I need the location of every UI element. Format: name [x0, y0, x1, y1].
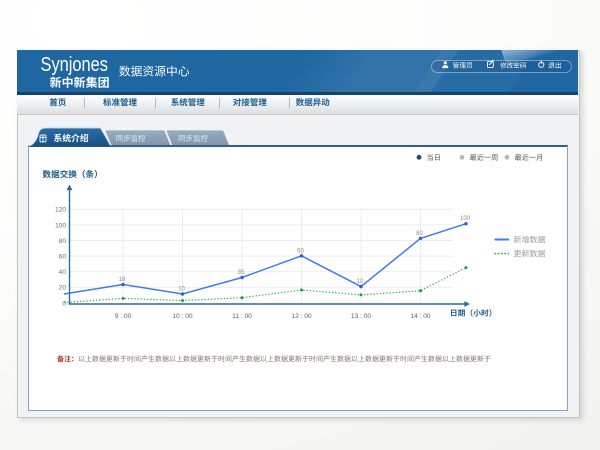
svg-text:60: 60 — [297, 248, 304, 254]
svg-text:11 : 00: 11 : 00 — [232, 313, 252, 320]
svg-text:0: 0 — [62, 300, 66, 307]
svg-text:14 : 00: 14 : 00 — [410, 313, 430, 320]
svg-text:Synjones: Synjones — [41, 54, 109, 76]
svg-text:10: 10 — [178, 287, 185, 293]
svg-text:100: 100 — [55, 222, 66, 229]
svg-text:60: 60 — [59, 254, 67, 261]
svg-text:12 : 00: 12 : 00 — [291, 313, 311, 320]
svg-text:10: 10 — [357, 279, 364, 285]
svg-text:13 : 00: 13 : 00 — [351, 313, 371, 320]
svg-text:35: 35 — [238, 270, 245, 276]
svg-text:10 : 00: 10 : 00 — [172, 313, 192, 320]
svg-text:120: 120 — [55, 207, 66, 214]
svg-text:20: 20 — [59, 285, 67, 292]
svg-text:80: 80 — [416, 231, 423, 237]
svg-text:80: 80 — [59, 238, 67, 245]
svg-text:18: 18 — [119, 277, 126, 283]
svg-text:9 : 00: 9 : 00 — [115, 313, 132, 320]
svg-text:100: 100 — [460, 216, 471, 222]
svg-text:40: 40 — [59, 269, 67, 276]
